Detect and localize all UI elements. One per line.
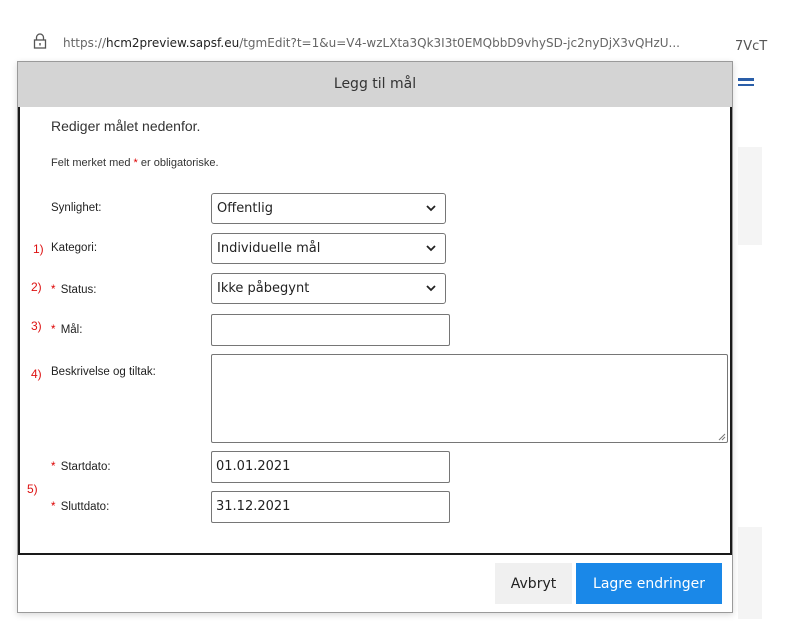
category-label: Kategori: [51,242,98,254]
required-note-after: er obligatoriske. [137,157,219,169]
lock-icon [33,33,47,54]
description-label: Beskrivelse og tiltak: [51,366,156,378]
annotation-4: 4) [31,367,42,381]
background-accent-line-2 [738,84,754,86]
cancel-button[interactable]: Avbryt [495,563,572,604]
dialog-title: Legg til mål [18,62,732,107]
required-mark: * [51,461,56,473]
visibility-select[interactable]: Offentlig [211,193,446,224]
resize-handle-icon[interactable] [717,432,726,441]
status-value: Ikke påbegynt [217,281,310,296]
background-panel-2 [738,527,762,619]
annotation-5: 5) [27,482,38,496]
required-mark: * [51,324,56,336]
annotation-3: 3) [31,319,42,333]
start-date-label: * Startdato: [51,461,111,473]
background-accent-line [738,78,754,81]
annotation-1: 1) [33,242,44,256]
goal-input[interactable] [211,314,450,346]
background-panel [738,147,762,245]
annotation-2: 2) [31,280,42,294]
status-label: * Status: [51,284,97,296]
visibility-label: Synlighet: [51,202,102,214]
status-label-text: Status: [60,284,97,296]
end-date-label-text: Sluttdato: [60,501,110,513]
url-path: /tgmEdit?t=1&u=V4-wzLXta3Qk3I3t0EMQbbD9v… [239,36,680,50]
url-host: hcm2preview.sapsf.eu [106,36,240,50]
required-mark: * [51,284,56,296]
required-mark: * [51,501,56,513]
url-text[interactable]: https://hcm2preview.sapsf.eu/tgmEdit?t=1… [63,36,680,50]
description-textarea[interactable] [211,354,728,443]
chevron-down-icon [426,245,436,252]
address-bar[interactable] [0,0,732,30]
start-date-label-text: Startdato: [60,461,111,473]
end-date-label: * Sluttdato: [51,501,109,513]
background-partial-text: 7VcT [735,39,768,54]
url-prefix: https:// [63,36,107,50]
start-date-input[interactable]: 01.01.2021 [211,451,450,483]
status-select[interactable]: Ikke påbegynt [211,273,446,304]
required-note-before: Felt merket med [51,157,134,169]
chevron-down-icon [426,285,436,292]
chevron-down-icon [426,205,436,212]
visibility-value: Offentlig [217,201,273,216]
save-changes-button[interactable]: Lagre endringer [576,563,722,604]
goal-label: * Mål: [51,324,82,336]
dialog-intro: Rediger målet nedenfor. [51,118,201,134]
category-value: Individuelle mål [217,241,321,256]
goal-label-text: Mål: [60,324,83,336]
category-select[interactable]: Individuelle mål [211,233,446,264]
required-note: Felt merket med * er obligatoriske. [51,157,219,169]
end-date-input[interactable]: 31.12.2021 [211,491,450,523]
